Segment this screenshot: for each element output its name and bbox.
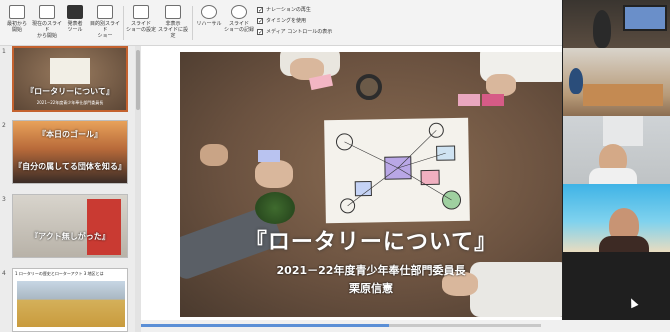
table-shape xyxy=(583,84,663,106)
button-label: 非表示 スライドに設定 xyxy=(157,21,188,39)
scrollbar-thumb[interactable] xyxy=(136,50,140,110)
video-tile-participant-5[interactable] xyxy=(562,252,670,320)
slide-thumbnail-4[interactable]: 1 ロータリーの歴史とローターアクト 3 地区とは xyxy=(12,268,128,332)
slideshow-setup-button[interactable]: スライド ショーの設定 xyxy=(124,5,158,33)
thumbnail-photo xyxy=(17,281,125,327)
sticky-note xyxy=(258,150,280,162)
play-narration-checkbox[interactable]: ✓ ナレーションの再生 xyxy=(257,4,377,15)
progress-fill xyxy=(141,324,389,327)
slide-thumbnail-2[interactable]: 『本日のゴール』 『自分の属してる団体を知る』 xyxy=(12,120,128,184)
timer-icon xyxy=(201,5,217,19)
hand-shape xyxy=(486,74,516,96)
slide-thumbnail-panel: 1 『ロータリーについて』 2021−22年度青少年奉仕部門委員長 2 『本日の… xyxy=(0,46,135,332)
setup-icon xyxy=(133,5,149,19)
presentation-status-bar xyxy=(141,320,670,332)
video-tile-participant-2[interactable] xyxy=(562,48,670,116)
slide-number: 2 xyxy=(2,122,6,129)
rehearse-timings-button[interactable]: リハーサル xyxy=(192,5,226,27)
record-icon xyxy=(231,5,247,19)
plant xyxy=(255,192,295,224)
button-label: 最初から 開始 xyxy=(6,21,27,33)
mind-map-drawing xyxy=(335,122,462,214)
button-label: スライド ショーの記録 xyxy=(223,21,254,33)
slide-thumbnail-1[interactable]: 『ロータリーについて』 2021−22年度青少年奉仕部門委員長 xyxy=(12,46,128,112)
thumbnail-title: 『ロータリーについて』 xyxy=(26,87,114,96)
checkmark-icon: ✓ xyxy=(257,6,264,14)
whiteboard-sketch xyxy=(324,117,470,224)
button-label: 目的別スライド ショー xyxy=(89,21,120,39)
thumbnail-figure xyxy=(87,199,121,255)
thumbnail-title: 『アクト無しがった』 xyxy=(30,232,110,241)
tv-screen xyxy=(623,5,667,31)
custom-show-icon xyxy=(97,5,113,19)
sticky-note xyxy=(458,94,480,106)
custom-show-button[interactable]: 目的別スライド ショー xyxy=(88,5,122,39)
checkbox-label: メディア コントロールの表示 xyxy=(266,29,333,35)
ribbon-toolbar: 最初から 開始 現在のスライド から開始 発表者 ツール 目的別スライド ショー… xyxy=(0,0,562,46)
start-from-beginning-button[interactable]: 最初から 開始 xyxy=(0,5,34,33)
slide-title: 『ロータリーについて』 xyxy=(244,230,498,255)
thumbnail-title: 1 ロータリーの歴史とローターアクト 3 地区とは xyxy=(15,271,104,276)
checkmark-icon: ✓ xyxy=(257,28,264,36)
video-tile-participant-3[interactable] xyxy=(562,116,670,184)
video-tile-participant-1[interactable] xyxy=(562,0,670,48)
presenter-view-button[interactable]: 発表者 ツール xyxy=(58,5,92,33)
playback-options: ✓ ナレーションの再生 ✓ タイミングを使用 ✓ メディア コントロールの表示 xyxy=(257,4,377,37)
coffee-cup xyxy=(356,74,382,100)
presenter-icon xyxy=(67,5,83,19)
thumbnail-title: 『本日のゴール』 xyxy=(38,130,102,139)
show-media-controls-checkbox[interactable]: ✓ メディア コントロールの表示 xyxy=(257,26,377,37)
hand-shape xyxy=(255,160,293,188)
slide-play-icon xyxy=(39,5,55,19)
use-timings-checkbox[interactable]: ✓ タイミングを使用 xyxy=(257,15,377,26)
sticky-note xyxy=(482,94,504,106)
thumbnail-subtitle: 『自分の属してる団体を知る』 xyxy=(14,162,126,171)
button-label: 発表者 ツール xyxy=(67,21,83,33)
slide-number: 3 xyxy=(2,196,6,203)
playback-progress[interactable] xyxy=(141,324,541,327)
person-shoulders xyxy=(599,236,649,252)
button-label: スライド ショーの設定 xyxy=(125,21,156,33)
button-label: リハーサル xyxy=(196,21,222,27)
person-shoulders xyxy=(589,168,637,184)
hide-slide-icon xyxy=(165,5,181,19)
current-slide: 『ロータリーについて』 2021－22年度青少年奉仕部門委員長 栗原信憲 xyxy=(180,52,562,317)
presenter-name: 栗原信憲 xyxy=(349,282,393,295)
slide-subtitle: 2021－22年度青少年奉仕部門委員長 xyxy=(276,264,466,277)
hide-slide-button[interactable]: 非表示 スライドに設定 xyxy=(156,5,190,39)
checkbox-label: タイミングを使用 xyxy=(266,18,307,24)
person-silhouette xyxy=(569,68,583,94)
person-silhouette xyxy=(593,10,611,48)
record-slideshow-button[interactable]: スライド ショーの記録 xyxy=(222,5,256,33)
play-icon xyxy=(9,5,25,19)
thumbnail-board xyxy=(50,58,90,84)
thumbnail-subtitle: 2021−22年度青少年奉仕部門委員長 xyxy=(36,100,104,105)
checkmark-icon: ✓ xyxy=(257,17,264,25)
slide-number: 4 xyxy=(2,270,6,277)
video-tile-participant-4[interactable] xyxy=(562,184,670,252)
slide-thumbnail-3[interactable]: 『アクト無しがった』 xyxy=(12,194,128,258)
slide-number: 1 xyxy=(2,48,6,55)
thumbnail-scrollbar[interactable] xyxy=(135,46,141,332)
hand-shape xyxy=(200,144,228,166)
background-screen xyxy=(603,116,643,146)
checkbox-label: ナレーションの再生 xyxy=(266,7,311,13)
